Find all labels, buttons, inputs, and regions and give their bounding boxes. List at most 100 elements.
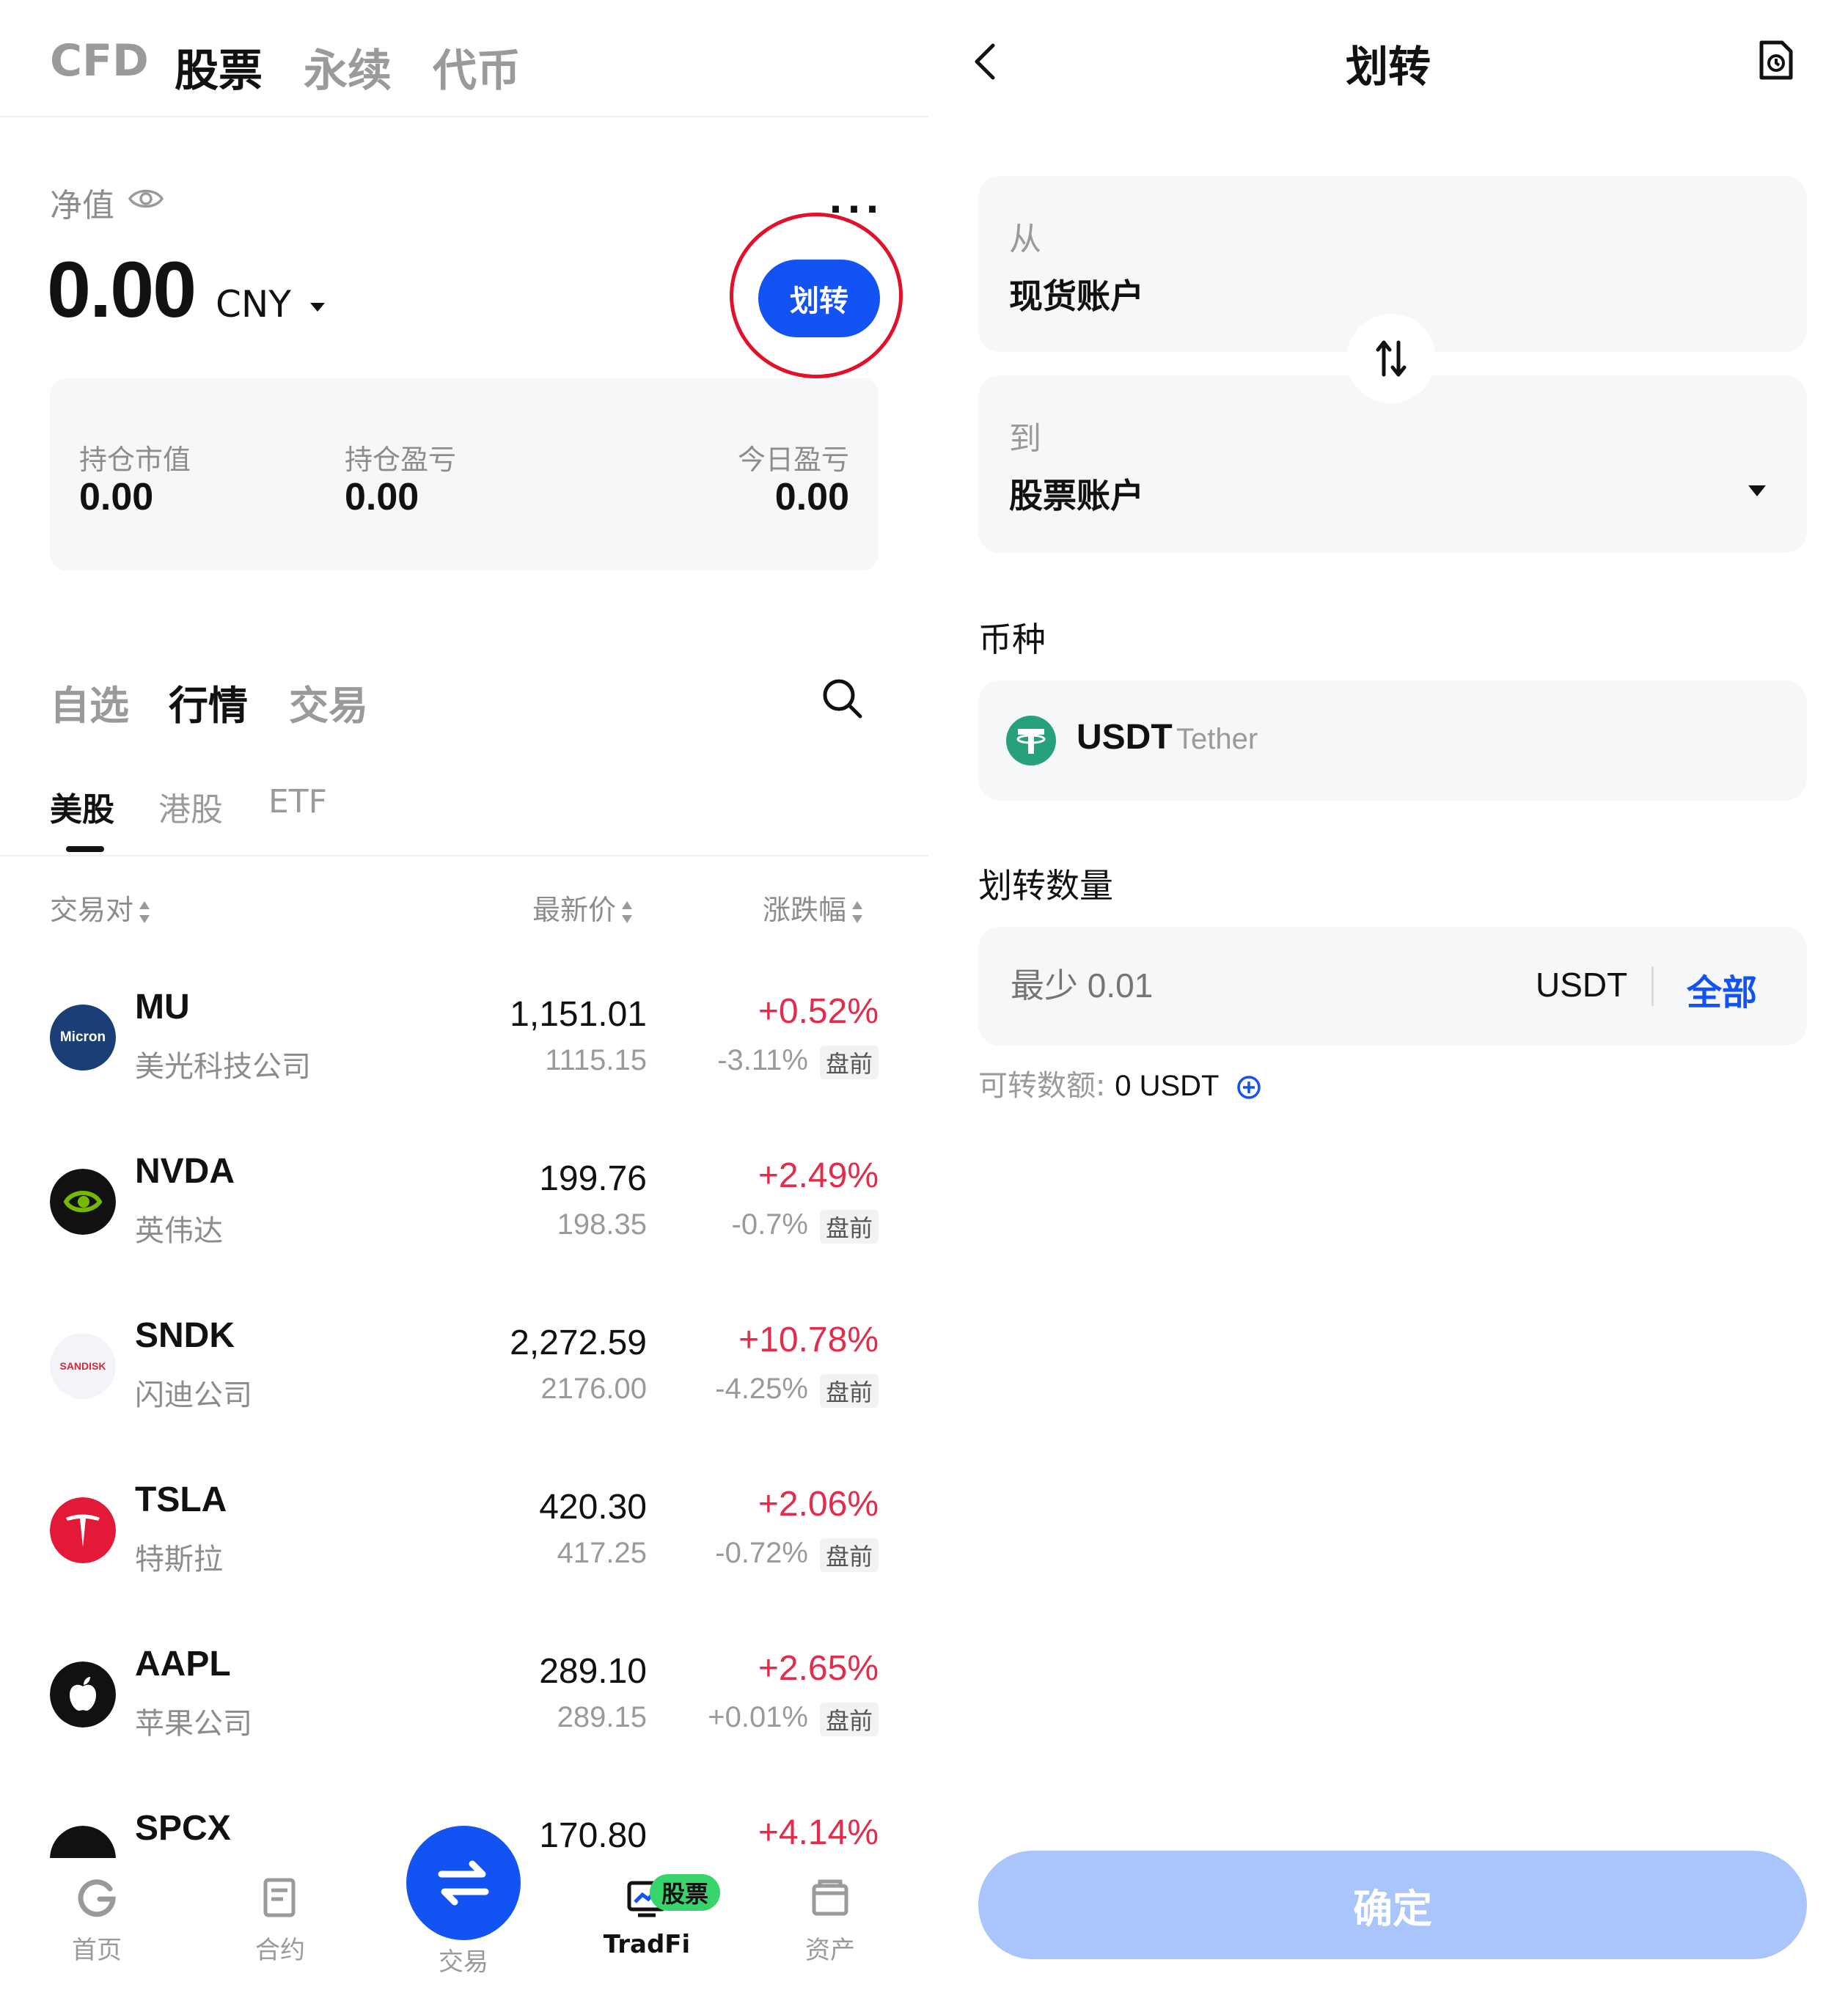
stock-name: 苹果公司 [135, 1707, 252, 1741]
stock-price: 420.30 [539, 1488, 647, 1527]
market-divider [0, 855, 928, 856]
currency-selector[interactable]: CNY [216, 283, 325, 326]
top-divider [0, 116, 928, 117]
logo-text: Micron [59, 1029, 106, 1045]
nav-home[interactable]: 首页 [31, 1858, 163, 1966]
table-row[interactable]: NVDA 英伟达 199.76 198.35 +2.49% -0.7% 盘前 [0, 1139, 928, 1304]
usdt-tether-icon [1006, 716, 1056, 765]
stock-symbol: MU [135, 988, 190, 1027]
stock-price: 1,151.01 [510, 995, 647, 1034]
premarket-change: -3.11% [717, 1044, 808, 1076]
amount-input[interactable] [1009, 959, 1467, 1012]
stock-symbol: SPCX [135, 1809, 231, 1848]
position-pnl: 0.00 [345, 476, 419, 518]
divider [1651, 966, 1654, 1006]
col-pair-label: 交易对 [50, 894, 134, 926]
coin-selector[interactable]: USDT Tether [978, 680, 1807, 801]
premarket-change: -0.7% [731, 1208, 809, 1241]
from-account: 现货账户 [1009, 276, 1144, 316]
premarket-change: -0.72% [715, 1537, 808, 1569]
sort-icon [139, 900, 150, 923]
col-change[interactable]: 涨跌幅 [763, 887, 863, 928]
tesla-logo-icon [50, 1497, 116, 1563]
table-row[interactable]: AAPL 苹果公司 289.10 289.15 +2.65% +0.01% 盘前 [0, 1632, 928, 1796]
sort-icon [622, 900, 633, 923]
top-tab-token[interactable]: 代币 [433, 35, 521, 99]
table-row[interactable]: TSLA 特斯拉 420.30 417.25 +2.06% -0.72% 盘前 [0, 1468, 928, 1632]
nav-trade-label: 交易 [439, 1947, 488, 1977]
available-label: 可转数额: [978, 1069, 1106, 1103]
premarket-badge: 盘前 [820, 1046, 879, 1079]
history-record-icon[interactable] [1756, 38, 1797, 82]
position-value: 0.00 [79, 476, 154, 518]
amount-input-box[interactable]: USDT 全部 [978, 927, 1807, 1046]
stock-name: 闪迪公司 [135, 1378, 252, 1412]
stock-name: 美光科技公司 [135, 1050, 311, 1084]
market-tab-us[interactable]: 美股 [50, 783, 114, 830]
stock-change: +0.52% [758, 992, 879, 1031]
logo-text: SANDISK [59, 1360, 106, 1372]
nav-contract[interactable]: 合约 [214, 1858, 346, 1966]
stock-change: +10.78% [738, 1321, 879, 1359]
nav-trade[interactable]: 交易 [397, 1934, 529, 1978]
swap-accounts-button[interactable] [1346, 314, 1436, 403]
col-change-label: 涨跌幅 [763, 894, 847, 926]
sub-tab-trade[interactable]: 交易 [289, 673, 368, 731]
sort-icon [852, 900, 863, 923]
stock-price: 199.76 [539, 1159, 647, 1198]
trade-fab-button[interactable] [406, 1826, 521, 1940]
position-pnl-label: 持仓盈亏 [345, 444, 457, 476]
stock-price: 170.80 [539, 1816, 647, 1855]
available-value: 0 USDT [1115, 1070, 1220, 1102]
table-row[interactable]: Micron MU 美光科技公司 1,151.01 1115.15 +0.52%… [0, 975, 928, 1139]
sandisk-logo-icon: SANDISK [50, 1333, 116, 1399]
col-price[interactable]: 最新价 [532, 887, 633, 928]
eye-icon[interactable] [128, 186, 164, 211]
top-tab-perpetual[interactable]: 永续 [304, 35, 392, 99]
market-tab-etf[interactable]: ETF [268, 783, 327, 820]
available-amount: 可转数额: 0 USDT [978, 1062, 1262, 1104]
table-row[interactable]: SANDISK SNDK 闪迪公司 2,272.59 2176.00 +10.7… [0, 1304, 928, 1468]
nav-assets-label: 资产 [805, 1936, 855, 1965]
stock-change: +4.14% [758, 1813, 879, 1852]
col-pair[interactable]: 交易对 [50, 887, 150, 928]
stocks-panel: CFD 股票 永续 代币 净值 ... 0.00 CNY 划转 持仓市值 0.0… [0, 0, 928, 1990]
nav-contract-label: 合约 [255, 1936, 305, 1965]
premarket-badge: 盘前 [820, 1538, 879, 1572]
amount-unit: USDT [1536, 966, 1628, 1004]
coin-symbol: USDT [1077, 718, 1173, 757]
dropdown-caret-icon[interactable] [1748, 485, 1766, 496]
top-tab-stocks[interactable]: 股票 [175, 35, 263, 99]
to-label: 到 [1009, 420, 1041, 458]
stock-price: 2,272.59 [510, 1323, 647, 1362]
home-icon [78, 1879, 116, 1917]
premarket-price: 417.25 [557, 1537, 647, 1569]
stock-name: 特斯拉 [135, 1543, 223, 1576]
stats-card: 持仓市值 0.00 持仓盈亏 0.00 今日盈亏 0.00 [50, 378, 879, 570]
col-price-label: 最新价 [532, 894, 617, 926]
page-title: 划转 [1345, 42, 1431, 92]
add-circle-icon[interactable] [1236, 1074, 1262, 1101]
premarket-price: 2176.00 [540, 1373, 647, 1405]
premarket-badge: 盘前 [820, 1374, 879, 1408]
premarket-badge: 盘前 [820, 1210, 879, 1244]
stock-symbol: SNDK [135, 1316, 235, 1355]
search-icon[interactable] [820, 676, 864, 720]
currency-label: CNY [216, 283, 291, 326]
coin-name: Tether [1176, 723, 1258, 755]
transfer-button[interactable]: 划转 [758, 260, 880, 337]
market-tab-hk[interactable]: 港股 [158, 783, 223, 830]
sub-tab-watchlist[interactable]: 自选 [50, 673, 129, 731]
market-tab-indicator [66, 846, 104, 852]
micron-logo-icon: Micron [50, 1005, 116, 1071]
sub-tab-market[interactable]: 行情 [169, 673, 248, 731]
stock-symbol: TSLA [135, 1480, 227, 1519]
swap-arrows-icon [438, 1860, 489, 1906]
confirm-button[interactable]: 确定 [978, 1851, 1807, 1959]
all-amount-button[interactable]: 全部 [1687, 963, 1757, 1015]
top-tab-cfd[interactable]: CFD [50, 35, 149, 87]
wallet-icon [812, 1879, 848, 1916]
premarket-price: 1115.15 [545, 1044, 647, 1076]
stock-price: 289.10 [539, 1652, 647, 1691]
nav-assets[interactable]: 资产 [764, 1858, 896, 1966]
